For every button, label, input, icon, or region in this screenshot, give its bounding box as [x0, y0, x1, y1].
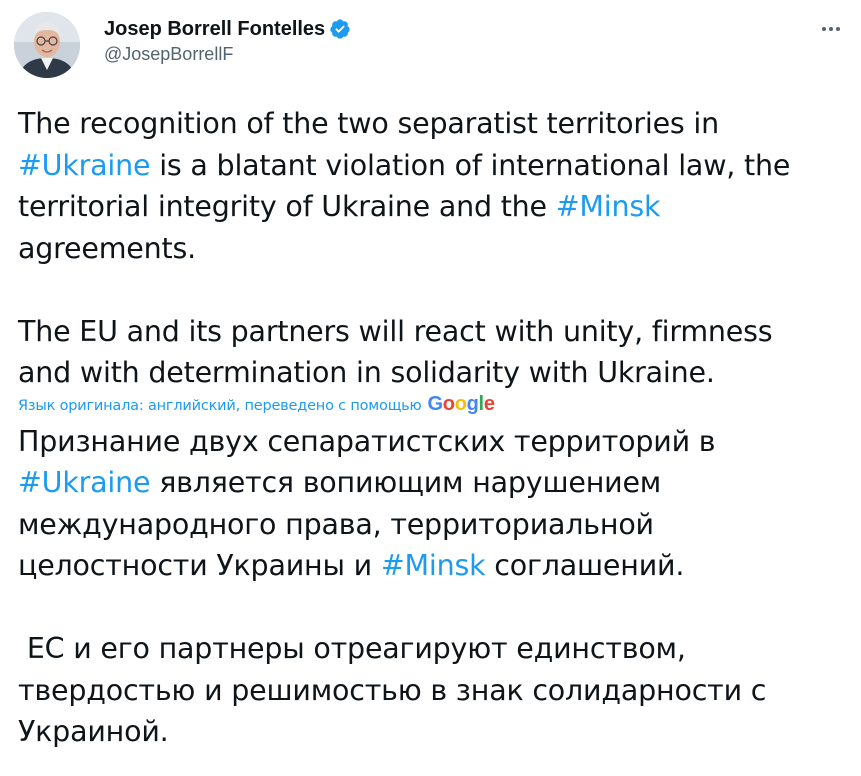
- hashtag-minsk-link[interactable]: #Minsk: [556, 190, 661, 223]
- tweet-text: The recognition of the two separatist te…: [18, 103, 858, 753]
- hashtag-minsk-translated-link[interactable]: #Minsk: [381, 549, 486, 582]
- original-line-4: agreements.: [18, 231, 196, 265]
- author-handle[interactable]: @JosepBorrellF: [104, 44, 351, 65]
- author-display-name[interactable]: Josep Borrell Fontelles: [104, 18, 325, 41]
- translated-line-1: Признание двух сепаратистских территорий…: [18, 424, 716, 458]
- tweet-header: Josep Borrell Fontelles @JosepBorrellF: [14, 10, 846, 80]
- tweet-card: Josep Borrell Fontelles @JosepBorrellF T…: [0, 0, 861, 776]
- original-p2-line-2: and with determination in solidarity wit…: [18, 356, 715, 389]
- translated-line-4-rest: соглашений.: [485, 549, 685, 582]
- translation-attribution: Язык оригинала: английский, переведено с…: [18, 394, 858, 415]
- verified-badge-icon: [329, 18, 351, 40]
- original-line-1: The recognition of the two separatist te…: [18, 107, 719, 140]
- translated-line-4: целостности Украины и #Minsk соглашений.: [18, 545, 858, 587]
- display-name-row: Josep Borrell Fontelles: [104, 16, 351, 42]
- hashtag-ukraine-translated-link[interactable]: #Ukraine: [18, 466, 151, 499]
- more-options-icon: [822, 27, 840, 31]
- translated-line-4-text: целостности Украины и: [18, 549, 381, 582]
- translated-p2-line-3: Украиной.: [18, 715, 169, 748]
- google-logo[interactable]: Google: [428, 394, 495, 414]
- translation-note-text: Язык оригинала: английский, переведено с…: [18, 397, 422, 414]
- avatar-photo-icon: [14, 12, 80, 78]
- translated-line-2: #Ukraine является вопиющим нарушением: [18, 462, 858, 504]
- original-line-3: territorial integrity of Ukraine and the…: [18, 186, 858, 228]
- more-options-button[interactable]: [816, 14, 846, 44]
- original-p2-line-1: The EU and its partners will react with …: [18, 314, 773, 348]
- original-line-3-text: territorial integrity of Ukraine and the: [18, 190, 556, 223]
- avatar[interactable]: [14, 12, 80, 78]
- author-info: Josep Borrell Fontelles @JosepBorrellF: [104, 16, 351, 65]
- translated-line-2-text: является вопиющим нарушением: [150, 466, 662, 499]
- original-line-2-text: is a blatant violation of international …: [150, 148, 791, 182]
- original-line-2: #Ukraine is a blatant violation of inter…: [18, 145, 858, 187]
- translated-p2-line-1: ЕС и его партнеры отреагируют единством,: [18, 632, 686, 665]
- translated-line-3: международного права, территориальной: [18, 507, 654, 541]
- hashtag-ukraine-link[interactable]: #Ukraine: [18, 149, 151, 182]
- paragraph-gap-translated: [18, 587, 858, 629]
- translated-p2-line-2: твердостью и решимостью в знак солидарно…: [18, 673, 767, 707]
